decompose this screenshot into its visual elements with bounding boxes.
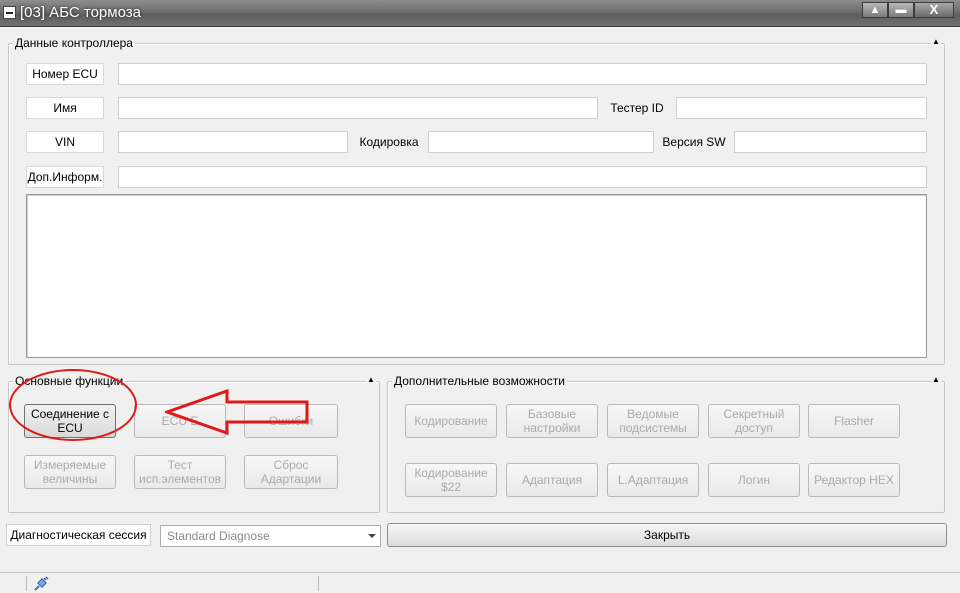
ecu-number-label: Номер ECU	[26, 63, 104, 85]
diagnostic-session-select[interactable]: Standard Diagnose	[160, 525, 381, 547]
extra-features-legend: Дополнительные возможности	[392, 374, 567, 388]
ecu-number-field[interactable]	[118, 63, 927, 85]
coding-22-button[interactable]: Кодирование $22	[405, 463, 497, 497]
collapse-arrow-icon[interactable]: ▲	[931, 375, 941, 385]
basic-settings-button[interactable]: Базовые настройки	[506, 404, 598, 438]
sw-version-label: Версия SW	[662, 135, 726, 149]
adaptation-button[interactable]: Адаптация	[506, 463, 598, 497]
sw-version-field[interactable]	[734, 131, 927, 153]
title-bar: [03] АБС тормоза ▲ ▬ X	[0, 0, 960, 27]
collapse-arrow-icon[interactable]: ▲	[366, 375, 376, 385]
l-adaptation-button[interactable]: L.Адаптация	[607, 463, 699, 497]
extra-info-label: Доп.Информ.	[26, 166, 104, 188]
collapse-arrow-icon[interactable]: ▲	[931, 37, 941, 47]
diagnostic-session-label: Диагностическая сессия	[6, 524, 151, 546]
login-button[interactable]: Логин	[708, 463, 800, 497]
close-window-button[interactable]: X	[914, 2, 954, 18]
highlight-ellipse	[9, 369, 137, 441]
coding-button[interactable]: Кодирование	[405, 404, 497, 438]
status-separator	[318, 576, 319, 591]
minimize-button[interactable]: ▲	[862, 2, 888, 18]
window-menu-icon[interactable]	[3, 6, 16, 19]
window-title: [03] АБС тормоза	[20, 4, 141, 21]
vin-label: VIN	[26, 131, 104, 153]
reset-adaptation-button[interactable]: Сброс Адартации	[244, 455, 338, 489]
vin-field[interactable]	[118, 131, 348, 153]
coding-label: Кодировка	[359, 135, 419, 149]
tester-id-label: Тестер ID	[610, 101, 664, 115]
extra-info-field[interactable]	[118, 166, 927, 188]
status-bar	[0, 572, 960, 593]
chevron-down-icon[interactable]	[368, 534, 376, 538]
name-label: Имя	[26, 97, 104, 119]
tester-id-field[interactable]	[676, 97, 927, 119]
controller-data-legend: Данные контроллера	[13, 36, 135, 50]
restore-button[interactable]: ▬	[888, 2, 914, 18]
connection-plug-icon	[34, 576, 49, 591]
close-button[interactable]: Закрыть	[387, 523, 947, 547]
window-controls: ▲ ▬ X	[862, 2, 954, 20]
diagnostic-session-value: Standard Diagnose	[167, 529, 270, 543]
hex-editor-button[interactable]: Редактор HEX	[808, 463, 900, 497]
name-field[interactable]	[118, 97, 598, 119]
security-access-button[interactable]: Секретный доступ	[708, 404, 800, 438]
status-separator	[26, 576, 27, 591]
measured-values-button[interactable]: Измеряемые величины	[24, 455, 116, 489]
coding-field[interactable]	[428, 131, 654, 153]
actuator-test-button[interactable]: Тест исп.элементов	[134, 455, 226, 489]
pointer-arrow-icon	[165, 388, 309, 436]
subsystems-button[interactable]: Ведомые подсистемы	[607, 404, 699, 438]
info-memo-area[interactable]	[26, 194, 927, 358]
flasher-button[interactable]: Flasher	[808, 404, 900, 438]
